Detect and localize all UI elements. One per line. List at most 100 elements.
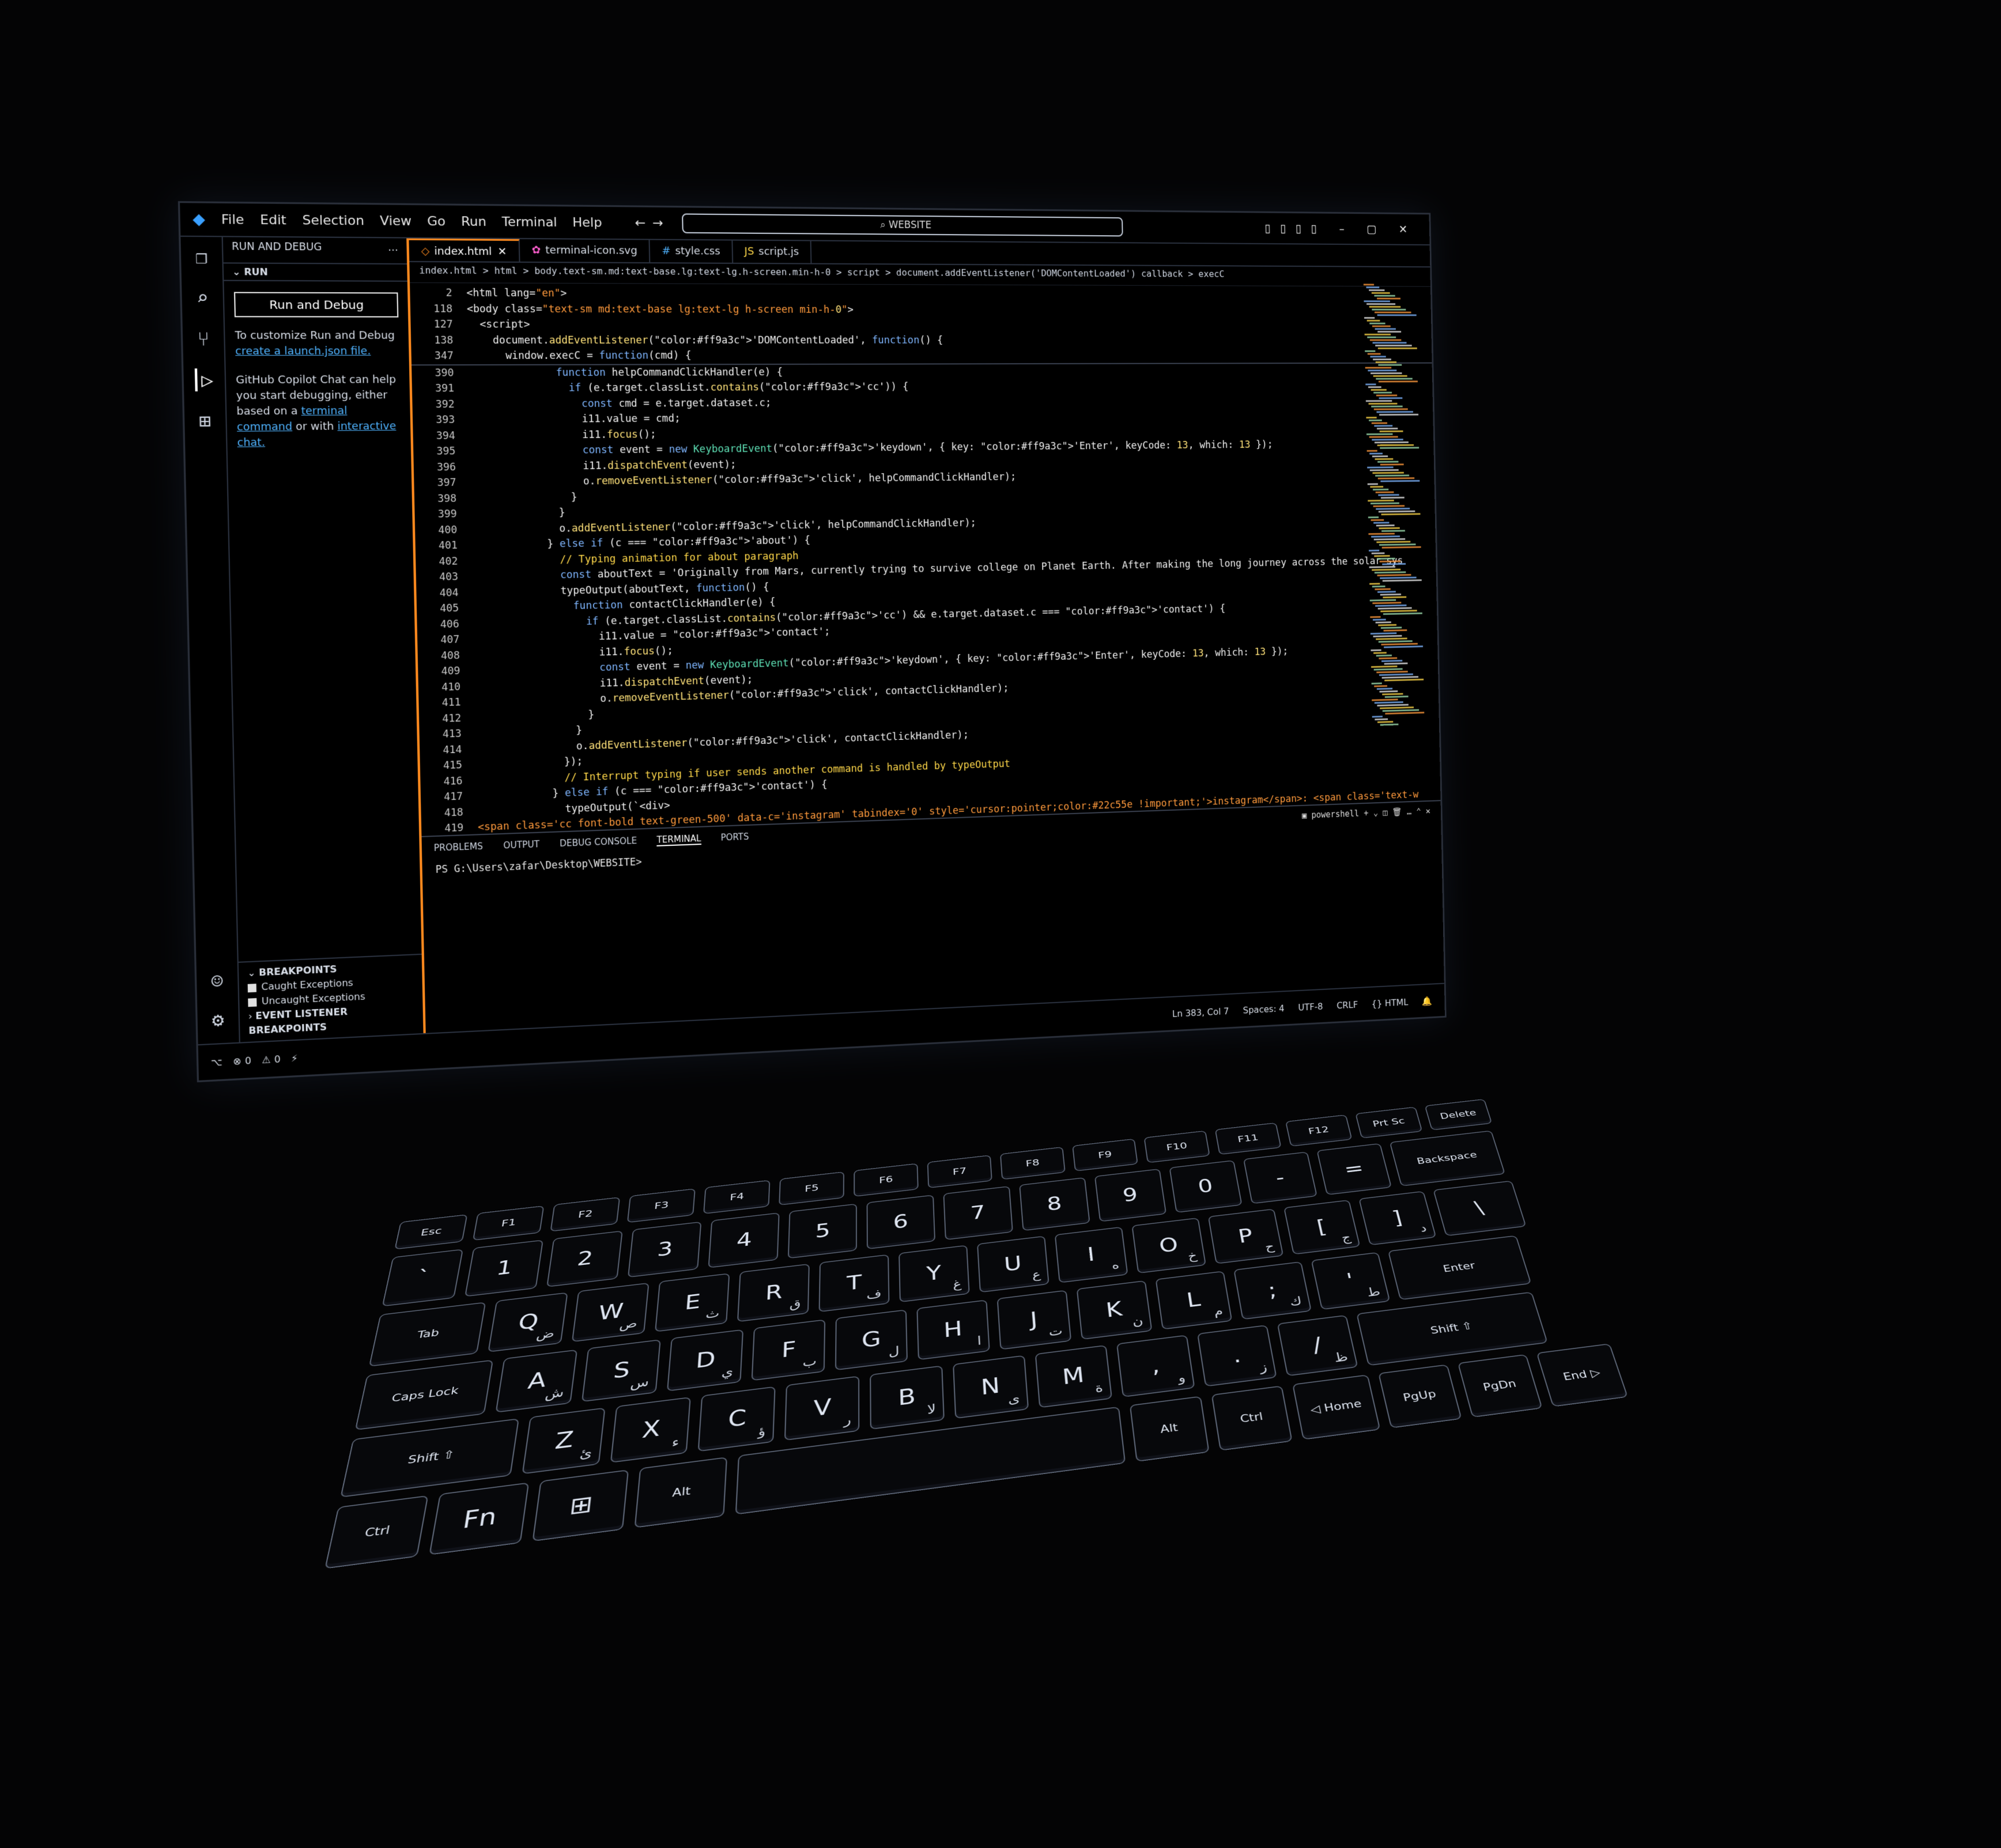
run-debug-icon[interactable]: ▷ xyxy=(195,368,214,392)
tab-debug-console[interactable]: DEBUG CONSOLE xyxy=(560,836,637,850)
keyboard-key: = xyxy=(1316,1143,1392,1195)
key-legend: 5 xyxy=(815,1219,831,1242)
checkbox[interactable] xyxy=(248,997,257,1007)
keyboard-key: Backspace xyxy=(1389,1130,1506,1186)
add-terminal-icon[interactable]: + ⌄ xyxy=(1364,807,1383,818)
keyboard-key: ] د xyxy=(1358,1191,1437,1246)
more-actions-icon[interactable]: … xyxy=(1407,806,1417,817)
key-arabic-legend: ا xyxy=(977,1334,982,1348)
split-terminal-icon[interactable]: ◫ xyxy=(1383,807,1392,818)
key-legend: Shift ⇧ xyxy=(406,1448,456,1467)
key-legend: F3 xyxy=(654,1199,670,1212)
keyboard-key: 5 xyxy=(787,1203,857,1259)
code-line[interactable]: 127 <script> xyxy=(410,317,1431,333)
shell-name[interactable]: powershell xyxy=(1311,808,1359,820)
cursor-position[interactable]: Ln 383, Col 7 xyxy=(1172,1006,1229,1019)
keyboard-key: Jت xyxy=(996,1290,1072,1350)
code-line[interactable]: 2 <html lang="en"> xyxy=(410,285,1430,304)
key-arabic-legend: غ xyxy=(952,1278,962,1292)
menu-run[interactable]: Run xyxy=(461,214,486,229)
line-number: 397 xyxy=(437,477,456,489)
key-legend: - xyxy=(1274,1167,1286,1188)
menu-selection[interactable]: Selection xyxy=(302,213,364,228)
gear-icon[interactable]: ⚙ xyxy=(212,1008,225,1031)
status-left-icons[interactable]: ⌥ ⊗0 ⚠0 ⚡ xyxy=(211,1052,302,1068)
notifications-icon[interactable]: 🔔 xyxy=(1422,995,1432,1006)
key-arabic-legend: ث xyxy=(705,1306,720,1322)
minimap[interactable] xyxy=(1363,284,1425,727)
keyboard-key: ⊞ xyxy=(532,1469,629,1542)
chevron-down-icon: ⌄ xyxy=(232,266,244,278)
more-actions-icon[interactable]: … xyxy=(388,242,399,260)
keyboard-key: Kن xyxy=(1076,1280,1153,1340)
command-center-search[interactable]: ⌕ WEBSITE xyxy=(681,213,1123,237)
tab-terminal-icon-svg[interactable]: ✿ terminal-icon.svg xyxy=(519,239,651,263)
line-ending[interactable]: CRLF xyxy=(1336,999,1358,1011)
tab-style-css[interactable]: # style.css xyxy=(650,240,734,263)
code-line[interactable]: 118 <body class="text-sm md:text-base lg:… xyxy=(410,301,1431,319)
menu-terminal[interactable]: Terminal xyxy=(502,214,557,229)
css-file-icon: # xyxy=(662,244,671,258)
code-editor[interactable]: 2 <html lang="en"> 118 <body class="text-sm… xyxy=(410,283,1441,885)
key-legend: F2 xyxy=(577,1208,594,1220)
search-text: WEBSITE xyxy=(888,219,932,232)
key-legend: O xyxy=(1157,1233,1180,1257)
key-legend: 0 xyxy=(1196,1175,1215,1197)
menu-view[interactable]: View xyxy=(380,213,411,228)
explorer-icon[interactable]: ❐ xyxy=(195,245,208,269)
key-arabic-legend: ه xyxy=(1111,1259,1120,1272)
keyboard-key: Fn xyxy=(429,1482,530,1555)
source-control-icon[interactable]: ⑂ xyxy=(197,327,210,350)
tab-script-js[interactable]: JS script.js xyxy=(733,240,812,263)
checkbox[interactable] xyxy=(247,983,256,992)
key-legend: Alt xyxy=(1160,1421,1179,1436)
extensions-icon[interactable]: ⊞ xyxy=(199,409,212,432)
line-number: 409 xyxy=(441,665,460,678)
tab-problems[interactable]: PROBLEMS xyxy=(434,841,484,855)
tab-ports[interactable]: PORTS xyxy=(720,832,749,844)
keyboard-key: ` xyxy=(382,1249,463,1307)
key-arabic-legend: ء xyxy=(671,1434,680,1450)
keyboard-key: 8 xyxy=(1019,1177,1090,1231)
tab-terminal[interactable]: TERMINAL xyxy=(656,833,701,846)
keyboard-key: B لا xyxy=(870,1365,945,1430)
key-legend: C xyxy=(727,1405,747,1433)
nav-back-forward-icon[interactable]: ←→ xyxy=(635,216,670,230)
window-controls[interactable]: ▯▯▯▯ – ▢ ✕ xyxy=(1264,221,1417,236)
encoding[interactable]: UTF-8 xyxy=(1298,1001,1323,1013)
key-legend: . xyxy=(1230,1343,1243,1368)
key-legend: PgUp xyxy=(1402,1388,1437,1404)
run-and-debug-button[interactable]: Run and Debug xyxy=(233,292,399,318)
tab-index-html[interactable]: ◇ index.html ✕ xyxy=(409,238,520,262)
key-legend: Esc xyxy=(420,1225,443,1238)
key-legend: F10 xyxy=(1165,1140,1188,1153)
language-mode[interactable]: {} HTML xyxy=(1372,996,1409,1008)
menu-edit[interactable]: Edit xyxy=(260,213,286,228)
keyboard-key: Eث xyxy=(655,1273,730,1332)
menu-help[interactable]: Help xyxy=(572,215,602,230)
trash-icon[interactable]: 🗑 xyxy=(1392,807,1407,817)
key-legend: H xyxy=(943,1317,963,1343)
key-legend: ; xyxy=(1266,1279,1279,1302)
close-icon[interactable]: ✕ xyxy=(498,245,507,258)
key-legend: [ xyxy=(1315,1216,1329,1238)
code-line[interactable]: 138 document.addEventListener("color:#ff… xyxy=(411,332,1432,348)
menu-go[interactable]: Go xyxy=(427,214,445,229)
run-debug-sidebar: RUN AND DEBUG … ⌄ RUN Run and Debug To c… xyxy=(222,237,426,1042)
key-legend: 2 xyxy=(576,1247,595,1271)
maximize-panel-icon[interactable]: ⌃ xyxy=(1416,806,1426,817)
account-icon[interactable]: ☺ xyxy=(211,970,224,993)
menu-file[interactable]: File xyxy=(221,212,244,227)
code-text: i11.focus(); xyxy=(469,428,656,442)
run-section-header[interactable]: ⌄ RUN xyxy=(223,263,407,282)
key-arabic-legend: ة xyxy=(1094,1381,1104,1396)
search-view-icon[interactable]: ⌕ xyxy=(197,286,209,309)
keyboard-key: [ج xyxy=(1283,1200,1361,1255)
key-arabic-legend: ش xyxy=(544,1385,565,1403)
indentation[interactable]: Spaces: 4 xyxy=(1243,1003,1285,1015)
code-line[interactable]: 347 window.execC = function(cmd) { xyxy=(411,347,1432,365)
key-arabic-legend: ز xyxy=(1258,1360,1268,1375)
create-launch-json-link[interactable]: create a launch.json file. xyxy=(235,345,371,357)
tab-output[interactable]: OUTPUT xyxy=(503,839,539,852)
close-panel-icon[interactable]: ✕ xyxy=(1426,806,1430,817)
